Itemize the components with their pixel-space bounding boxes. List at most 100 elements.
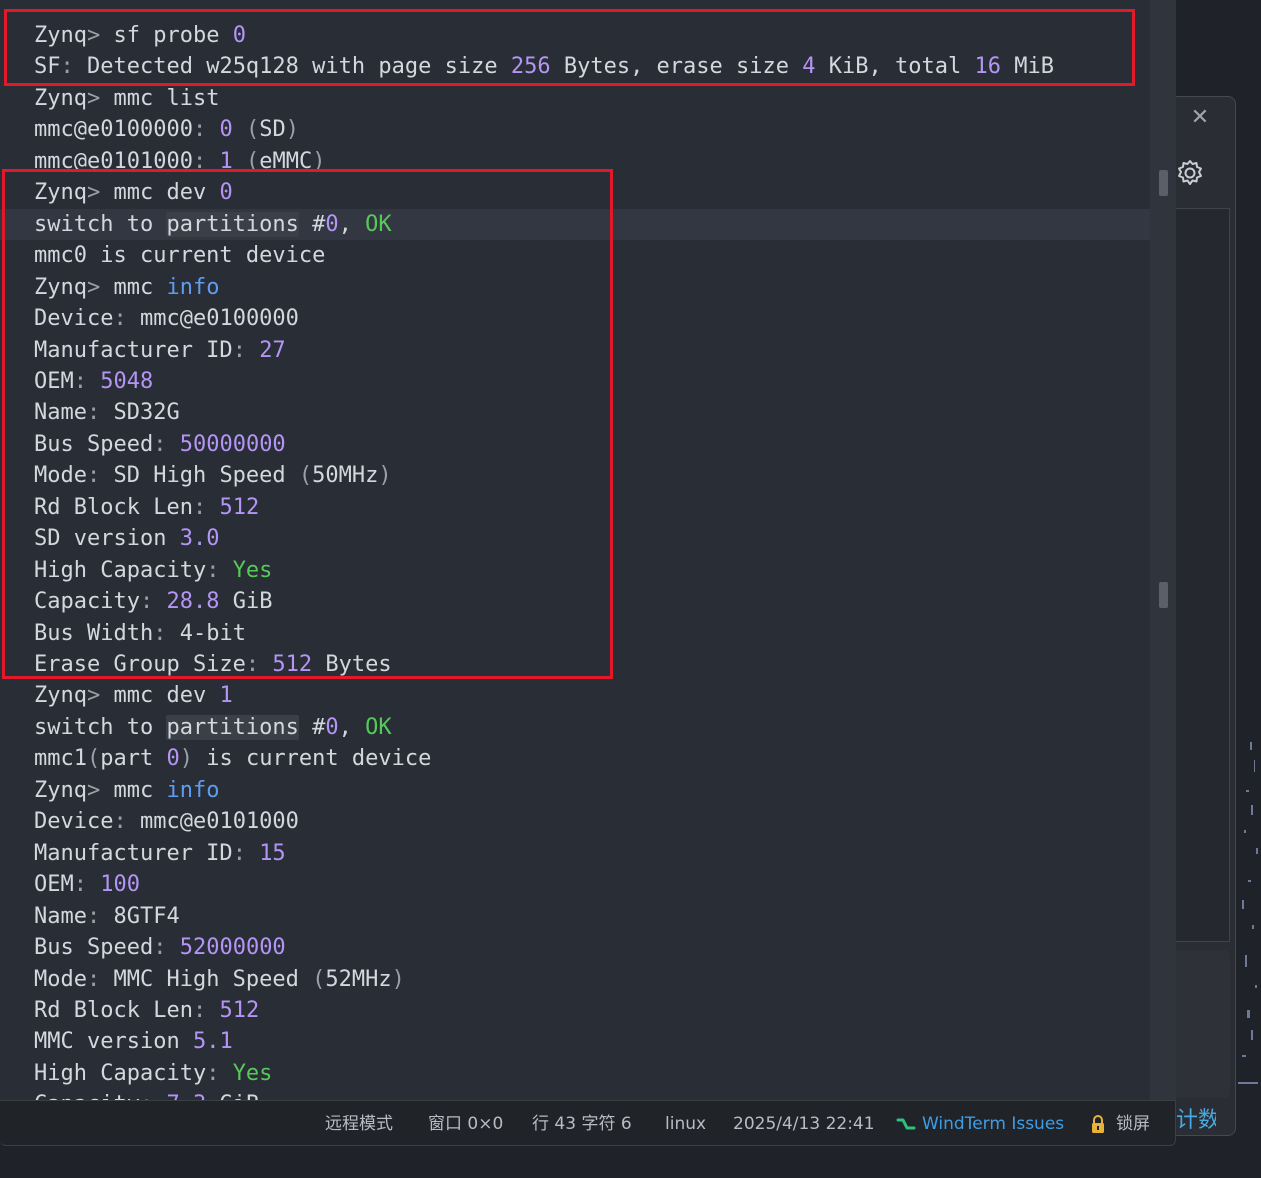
terminal-token: Zynq [34, 85, 87, 111]
terminal-token: Rd Block Len [34, 494, 193, 520]
terminal-token: High Capacity [34, 1060, 207, 1086]
terminal-token: Name [34, 400, 87, 426]
terminal-token: SD [259, 117, 286, 143]
terminal-token: > [86, 23, 101, 48]
terminal-token: : [232, 337, 246, 363]
terminal-token: Bus Speed [34, 431, 154, 457]
terminal-token: is current device [192, 746, 432, 772]
terminal-token: > [86, 180, 101, 206]
terminal-token: > [86, 777, 101, 803]
terminal-line: Capacity: 28.8 GiB [34, 586, 272, 617]
lock-icon[interactable] [1089, 1114, 1107, 1134]
terminal-token: 1 [219, 683, 233, 709]
lock-screen-button[interactable]: 锁屏 [1116, 1101, 1150, 1147]
close-icon[interactable]: ✕ [1188, 106, 1212, 130]
terminal-token: , [338, 714, 366, 740]
terminal-token: 4 [802, 54, 816, 80]
terminal-token: : [140, 1092, 153, 1100]
scrollbar-marker-top[interactable] [1159, 170, 1168, 196]
terminal-line: High Capacity: Yes [34, 1058, 272, 1089]
terminal-token: ( [232, 148, 260, 174]
terminal-token: Bus Speed [34, 935, 154, 961]
status-mode[interactable]: 远程模式 [325, 1101, 393, 1147]
terminal-token: : [86, 463, 101, 489]
terminal-token: 512 [272, 652, 313, 677]
status-bar: 远程模式 窗口 0×0 行 43 字符 6 linux 2025/4/13 22… [0, 1100, 1176, 1146]
terminal-token: mmc@e0100000 [126, 306, 299, 332]
terminal-token: Zynq [34, 683, 87, 709]
status-cursor-position[interactable]: 行 43 字符 6 [532, 1101, 632, 1147]
terminal-token: ) [179, 746, 193, 772]
side-panel-list[interactable] [1176, 208, 1230, 942]
windterm-issues-link[interactable]: WindTerm Issues [922, 1101, 1064, 1147]
terminal-token: : [60, 54, 74, 80]
terminal-line: Name: 8GTF4 [34, 901, 180, 932]
terminal-token: ( [86, 746, 101, 772]
terminal-token: 5048 [100, 368, 154, 394]
background-artifact [1238, 742, 1258, 1084]
terminal-token: High Capacity [34, 557, 207, 583]
terminal-token: ( [298, 463, 313, 489]
terminal-token: mmc@e0100000 [34, 117, 193, 143]
terminal-token: info [166, 274, 220, 300]
terminal-token: ) [285, 117, 299, 143]
terminal-token: GiB [219, 589, 273, 615]
terminal-token: : [192, 494, 207, 520]
terminal-token: SD32G [100, 400, 180, 426]
terminal-token: switch to [34, 714, 167, 740]
terminal-token: : [113, 809, 127, 835]
terminal-token: Manufacturer ID [34, 840, 233, 866]
terminal-token: Name [34, 903, 87, 929]
terminal-line: MMC version 5.1 [34, 1026, 233, 1057]
terminal-token: : [206, 1060, 220, 1086]
terminal-token: Zynq [34, 274, 87, 300]
terminal-token: 15 [259, 840, 286, 866]
terminal-token: 0 [232, 23, 246, 48]
terminal-token: 0 [219, 180, 233, 206]
scrollbar-marker-bottom[interactable] [1159, 582, 1168, 608]
terminal-token: 8GTF4 [100, 903, 180, 929]
terminal-token: MMC version [34, 1029, 193, 1055]
status-window-size[interactable]: 窗口 0×0 [428, 1101, 503, 1147]
terminal-line: Zynq> mmc info [34, 775, 219, 806]
terminal-token: Mode [34, 463, 87, 489]
terminal-line: Name: SD32G [34, 397, 180, 428]
terminal-token: OK [365, 714, 392, 740]
terminal-token: # [298, 211, 326, 237]
terminal-line: SF: Detected w25q128 with page size 256 … [34, 51, 1054, 82]
terminal-token: : [139, 589, 154, 615]
terminal-token: : [73, 872, 87, 898]
terminal-token: : [206, 557, 220, 583]
terminal-token: Device [34, 809, 114, 835]
terminal-line: switch to partitions #0, OK [34, 712, 392, 743]
terminal-token: : [153, 431, 167, 457]
side-panel-label: 计数 [1176, 1108, 1216, 1133]
windterm-issues-icon[interactable] [896, 1114, 916, 1134]
terminal-token: part [100, 746, 167, 772]
terminal-token: : [232, 840, 246, 866]
terminal-token: Bytes, erase size [550, 54, 803, 80]
terminal-line: OEM: 100 [34, 869, 140, 900]
terminal-token: ) [312, 148, 326, 174]
status-shell[interactable]: linux [665, 1101, 706, 1147]
terminal-scrollbar[interactable] [1150, 0, 1176, 1100]
terminal-line: Zynq> mmc list [34, 83, 219, 114]
terminal-token: : [73, 368, 87, 394]
terminal-token: Capacity [34, 589, 140, 615]
terminal-token: 52000000 [179, 935, 286, 961]
terminal-token: : [153, 935, 167, 961]
terminal-token: MMC High Speed [100, 966, 313, 992]
gear-icon[interactable] [1176, 156, 1206, 190]
terminal-line: Rd Block Len: 512 [34, 995, 259, 1026]
terminal-token: 50MHz [312, 463, 379, 489]
terminal-output[interactable]: Zynq> sf probe 0 SF: Detected w25q128 wit… [0, 0, 1150, 1100]
